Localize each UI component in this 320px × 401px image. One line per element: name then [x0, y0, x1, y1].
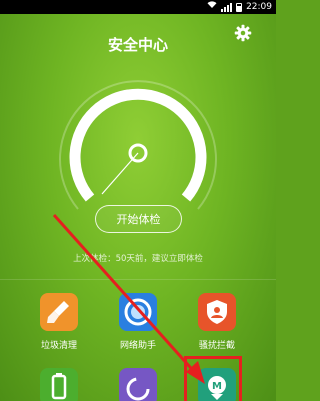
- gear-icon[interactable]: [234, 24, 252, 42]
- battery-icon: [236, 2, 243, 12]
- tile-harassment-block[interactable]: 骚扰拦截: [182, 293, 252, 351]
- wifi-icon: [207, 0, 217, 14]
- status-time: 22:09: [246, 2, 272, 12]
- network-icon: [119, 293, 157, 331]
- broom-icon: [40, 293, 78, 331]
- security-center-screen: 22:09 安全中心 开始体检 上次体检：50天前，建议立即体检 垃圾清理 网络…: [0, 0, 276, 401]
- tile-label: 网络助手: [119, 341, 156, 351]
- start-check-button[interactable]: 开始体检: [95, 205, 182, 233]
- tile-label: 垃圾清理: [40, 341, 77, 351]
- tile-battery[interactable]: [24, 368, 94, 401]
- divider: [0, 279, 276, 280]
- highlight-box: [184, 356, 242, 401]
- permission-icon: [119, 368, 157, 401]
- status-bar: 22:09: [0, 0, 276, 14]
- last-check-hint: 上次体检：50天前，建议立即体检: [73, 254, 203, 264]
- tile-label: 骚扰拦截: [198, 341, 235, 351]
- battery-icon: [40, 368, 78, 401]
- tile-network-assistant[interactable]: 网络助手: [103, 293, 173, 351]
- tile-permissions[interactable]: [103, 368, 173, 401]
- tile-garbage-clean[interactable]: 垃圾清理: [24, 293, 94, 351]
- status-icons: 22:09: [207, 0, 272, 14]
- shield-user-icon: [198, 293, 236, 331]
- security-gauge: [59, 80, 217, 210]
- signal-icon: [221, 2, 233, 12]
